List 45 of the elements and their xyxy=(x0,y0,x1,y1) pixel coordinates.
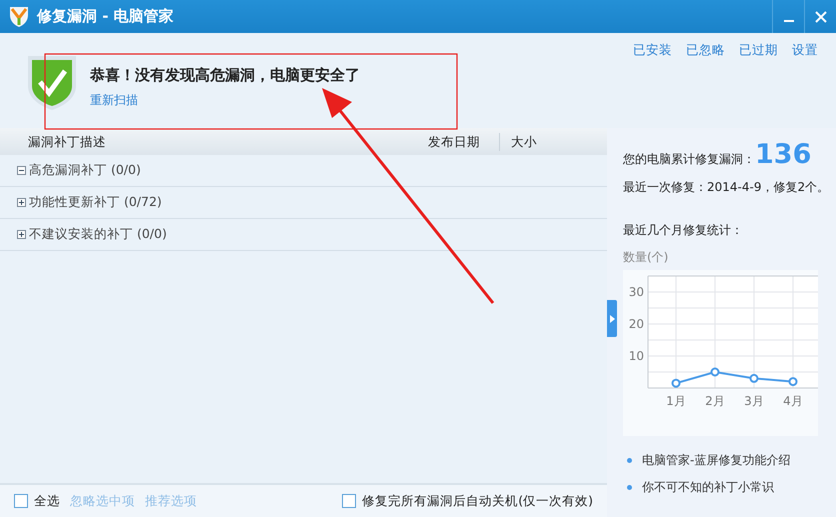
column-header[interactable]: 漏洞补丁描述 xyxy=(0,132,417,150)
bullet-icon xyxy=(627,485,632,490)
header-link[interactable]: 已安装 xyxy=(633,42,672,59)
logo-icon xyxy=(9,6,29,28)
x-tick-label: 1月 xyxy=(666,394,686,408)
header-link[interactable]: 设置 xyxy=(792,42,818,59)
close-icon xyxy=(814,10,826,22)
collapse-icon[interactable] xyxy=(17,166,26,175)
expand-icon[interactable] xyxy=(17,198,26,207)
window-title: 修复漏洞 - 电脑管家 xyxy=(37,7,175,26)
status-message: 恭喜！没有发现高危漏洞，电脑更安全了 xyxy=(90,66,360,85)
patch-group-row[interactable]: 高危漏洞补丁 (0/0) xyxy=(0,155,607,187)
header-link[interactable]: 已忽略 xyxy=(686,42,725,59)
collapse-handle[interactable] xyxy=(607,300,617,337)
rescan-link[interactable]: 重新扫描 xyxy=(90,92,360,109)
bullet-icon xyxy=(627,458,632,463)
auto-shutdown-checkbox[interactable]: 修复完所有漏洞后自动关机(仅一次有效) xyxy=(342,492,593,510)
y-tick-label: 30 xyxy=(628,285,644,299)
column-header[interactable]: 发布日期 xyxy=(417,132,500,150)
help-link[interactable]: 电脑管家-蓝屏修复功能介绍 xyxy=(642,452,790,469)
expand-icon[interactable] xyxy=(17,230,26,239)
chart-title: 最近几个月修复统计： xyxy=(623,222,744,239)
help-link[interactable]: 你不可不知的补丁小常识 xyxy=(642,479,774,496)
x-tick-label: 4月 xyxy=(783,394,803,408)
x-tick-label: 3月 xyxy=(744,394,764,408)
last-fix-text: 最近一次修复：2014-4-9，修复2个。 xyxy=(623,179,830,196)
data-point xyxy=(672,378,680,388)
checkbox[interactable] xyxy=(14,494,28,508)
patch-group-row[interactable]: 功能性更新补丁 (0/72) xyxy=(0,187,607,219)
data-point xyxy=(710,368,720,376)
data-point xyxy=(750,374,758,383)
y-tick-label: 10 xyxy=(628,349,644,363)
total-label: 您的电脑累计修复漏洞： xyxy=(623,151,755,168)
x-tick-label: 2月 xyxy=(705,394,725,408)
y-tick-label: 20 xyxy=(628,317,644,331)
header-link[interactable]: 已过期 xyxy=(739,42,778,59)
select-all-checkbox[interactable]: 全选 xyxy=(14,492,60,510)
checkbox[interactable] xyxy=(342,494,356,508)
shield-check-icon xyxy=(27,55,77,111)
data-point xyxy=(788,377,798,386)
patch-group-row[interactable]: 不建议安装的补丁 (0/0) xyxy=(0,219,607,251)
y-axis-label: 数量(个) xyxy=(623,249,670,266)
minimize-icon xyxy=(784,20,794,22)
total-count: 136 xyxy=(755,140,812,170)
column-header[interactable]: 大小 xyxy=(500,132,607,150)
